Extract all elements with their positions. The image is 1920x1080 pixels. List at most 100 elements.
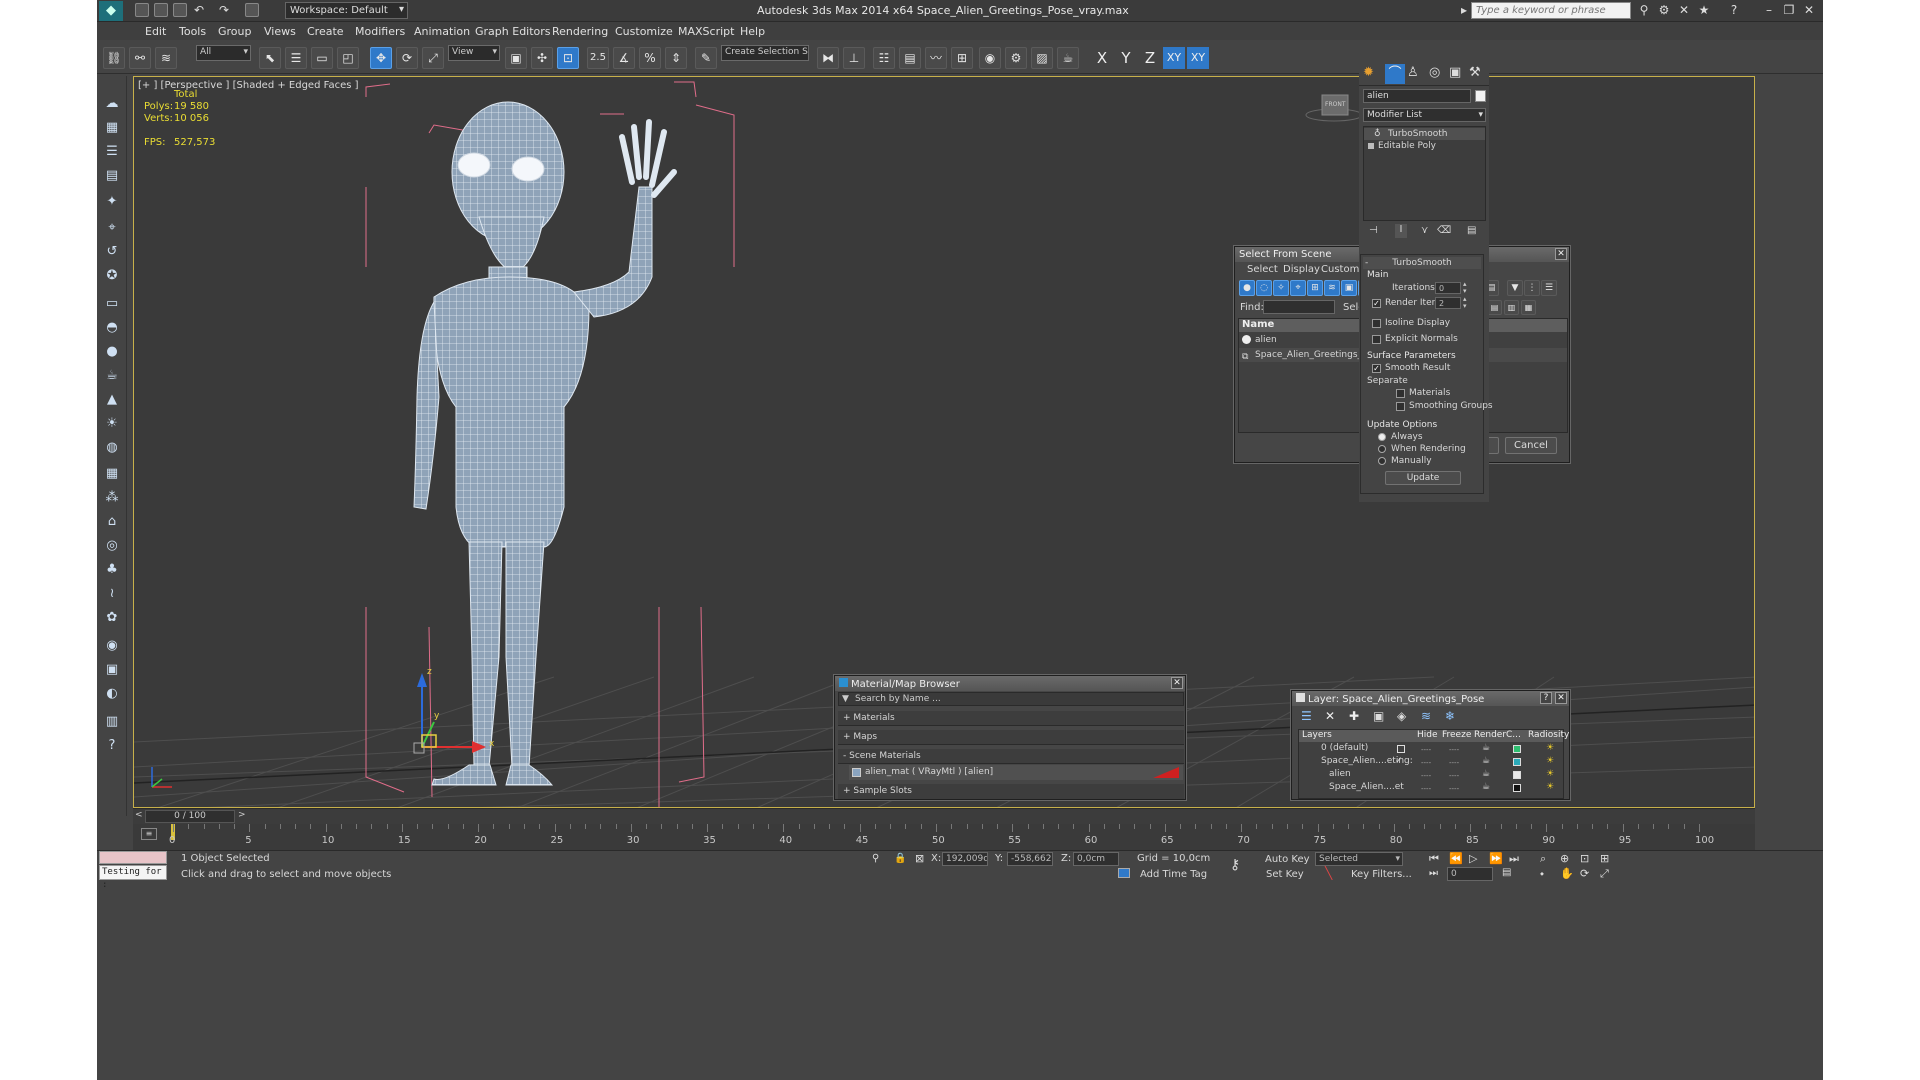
modify-tab-icon[interactable]: ⌒	[1385, 64, 1405, 84]
maps-group[interactable]: + Maps	[838, 730, 1184, 745]
table-row[interactable]: 0 (default) ---- ---- ☕ ☀	[1299, 743, 1563, 756]
dropdown-arrow-icon[interactable]: ▼	[842, 693, 849, 705]
viewport-layout-icon[interactable]: ▦	[102, 118, 122, 138]
select-manipulate-icon[interactable]: ✣	[531, 47, 553, 69]
when-rendering-radio[interactable]	[1378, 445, 1386, 453]
pyramid-icon[interactable]: ⌂	[102, 512, 122, 532]
find-input[interactable]	[1263, 300, 1335, 314]
add-to-layer-icon[interactable]: ✚	[1349, 709, 1359, 723]
render-iters-spinner[interactable]: 2	[1435, 297, 1461, 309]
goto-end-icon[interactable]: ⏭	[1509, 852, 1519, 866]
freeze-toggle[interactable]: ----	[1449, 746, 1459, 754]
maximize-viewport-icon[interactable]: ⤢	[1600, 867, 1609, 881]
object-color-swatch[interactable]	[1475, 90, 1486, 102]
named-selection-dropdown[interactable]: Create Selection Se	[721, 45, 809, 61]
update-button[interactable]: Update	[1385, 471, 1461, 485]
freeze-toggle[interactable]: ----	[1449, 759, 1459, 767]
orbit-icon[interactable]: ⟳	[1580, 867, 1589, 880]
render-setup-icon[interactable]: ⚙	[1005, 47, 1027, 69]
new-file-icon[interactable]	[135, 3, 149, 17]
remove-modifier-icon[interactable]: ⌫	[1437, 225, 1451, 236]
minimize-icon[interactable]: –	[1762, 3, 1776, 17]
mirror-icon[interactable]: ⧓	[817, 47, 839, 69]
make-unique-icon[interactable]: ⋎	[1421, 225, 1428, 236]
maxscript-pink-field[interactable]	[99, 851, 167, 864]
material-editor-icon[interactable]: ◉	[979, 47, 1001, 69]
motion-tab-icon[interactable]: ◎	[1429, 65, 1440, 80]
x-coord-field[interactable]: 192,009cm	[942, 852, 988, 866]
mini-curve-editor-icon[interactable]: ≡	[141, 828, 157, 840]
menu-animation[interactable]: Animation	[414, 25, 470, 38]
filter-icon[interactable]: ▼	[1507, 280, 1523, 296]
camera-icon[interactable]: ⌖	[102, 218, 122, 238]
highlight-layer-icon[interactable]: ◈	[1397, 709, 1406, 723]
snap-toggle-icon[interactable]: 2.5	[587, 47, 609, 69]
next-key-icon[interactable]: ⏩	[1489, 852, 1503, 865]
layer-dialog-title[interactable]: Layer: Space_Alien_Greetings_Pose	[1292, 691, 1569, 706]
zoom-extents-all-icon[interactable]: ⊞	[1600, 852, 1609, 865]
col-hide[interactable]: Hide	[1417, 730, 1438, 740]
display-groups-icon[interactable]: ▣	[1341, 280, 1357, 296]
viewcube-label[interactable]: FRONT	[1325, 101, 1346, 108]
redo-icon[interactable]: ↷	[217, 3, 231, 17]
box-primitive-icon[interactable]: ▭	[102, 294, 122, 314]
radiosity-icon[interactable]: ☀	[1546, 743, 1554, 753]
material-item[interactable]: alien_mat ( VRayMtl ) [alien]	[849, 765, 1183, 780]
absolute-mode-icon[interactable]: ⊠	[915, 852, 924, 865]
col-freeze[interactable]: Freeze	[1442, 730, 1471, 740]
freeze-toggle[interactable]: ----	[1449, 772, 1459, 780]
select-move-icon[interactable]: ✥	[370, 47, 392, 69]
rollout-header[interactable]: - TurboSmooth	[1363, 257, 1481, 269]
pin-stack-icon[interactable]: ⊣	[1369, 225, 1378, 236]
unlink-icon[interactable]: ⚯	[129, 47, 151, 69]
col-render[interactable]: Render	[1474, 730, 1506, 740]
select-in-layer-icon[interactable]: ▣	[1373, 709, 1384, 723]
scene-explorer-icon[interactable]: ☰	[102, 142, 122, 162]
layer-color-swatch[interactable]	[1513, 745, 1521, 753]
materials-group[interactable]: + Materials	[838, 711, 1184, 726]
subscription-icon[interactable]: ⚙	[1657, 3, 1671, 17]
add-time-tag[interactable]: Add Time Tag	[1140, 869, 1207, 880]
goto-start-icon[interactable]: ⏮	[1429, 852, 1439, 866]
modifier-stack-item[interactable]: Editable Poly	[1364, 140, 1485, 152]
particles-icon[interactable]: ⁂	[102, 488, 122, 508]
close-icon[interactable]: ✕	[1171, 677, 1183, 689]
align-icon[interactable]: ⊥	[843, 47, 865, 69]
time-slider[interactable]: 0 / 100 < >	[133, 808, 1755, 824]
graphite-tools-icon[interactable]: ▤	[899, 47, 921, 69]
active-layer-check-icon[interactable]: ✓	[1395, 756, 1403, 766]
app-logo-icon[interactable]: ◆	[99, 1, 123, 21]
select-menu-display[interactable]: Display	[1283, 264, 1320, 275]
teapot-icon[interactable]: ☁	[102, 94, 122, 114]
select-none-icon[interactable]: ▥	[1504, 300, 1519, 315]
hierarchy-tab-icon[interactable]: ♙	[1407, 65, 1419, 80]
edit-named-selection-icon[interactable]: ✎	[695, 47, 717, 69]
show-end-result-icon[interactable]: Ι	[1395, 224, 1407, 238]
expand-arrow-icon[interactable]: ▸	[1457, 3, 1471, 17]
spinner-arrows-icon[interactable]: ▴ ▾	[1463, 296, 1467, 310]
selection-filter-dropdown[interactable]: All ▾	[196, 45, 251, 61]
layer-stack-icon[interactable]: ▥	[102, 712, 122, 732]
select-object-icon[interactable]: ⬉	[259, 47, 281, 69]
render-iters-checkbox[interactable]: ✓	[1372, 299, 1381, 308]
freeze-toggle[interactable]: ----	[1449, 785, 1459, 793]
radiosity-icon[interactable]: ☀	[1546, 769, 1554, 779]
menu-customize[interactable]: Customize	[615, 25, 673, 38]
display-helpers-icon[interactable]: ⊞	[1307, 280, 1323, 296]
restore-icon[interactable]: ❐	[1782, 3, 1796, 17]
angle-snap-icon[interactable]: ∡	[613, 47, 635, 69]
z-coord-field[interactable]: 0,0cm	[1073, 852, 1119, 866]
isoline-display-checkbox[interactable]	[1372, 319, 1381, 328]
schematic-view-icon[interactable]: ⊞	[951, 47, 973, 69]
material-ball-icon[interactable]: ◉	[102, 636, 122, 656]
sphere-icon[interactable]: ●	[102, 342, 122, 362]
undo-icon[interactable]: ↶	[192, 3, 206, 17]
menu-modifiers[interactable]: Modifiers	[355, 25, 405, 38]
close-icon[interactable]: ✕	[1555, 692, 1567, 704]
y-coord-field[interactable]: -558,662cr	[1007, 852, 1053, 866]
rendered-frame-window-icon[interactable]: ▨	[1031, 47, 1053, 69]
reference-coord-dropdown[interactable]: View ▾	[448, 45, 500, 61]
display-cameras-icon[interactable]: ⌖	[1290, 280, 1306, 296]
help-circle-icon[interactable]: ?	[102, 736, 122, 756]
maxscript-listener-input[interactable]: Testing for :	[99, 865, 167, 890]
